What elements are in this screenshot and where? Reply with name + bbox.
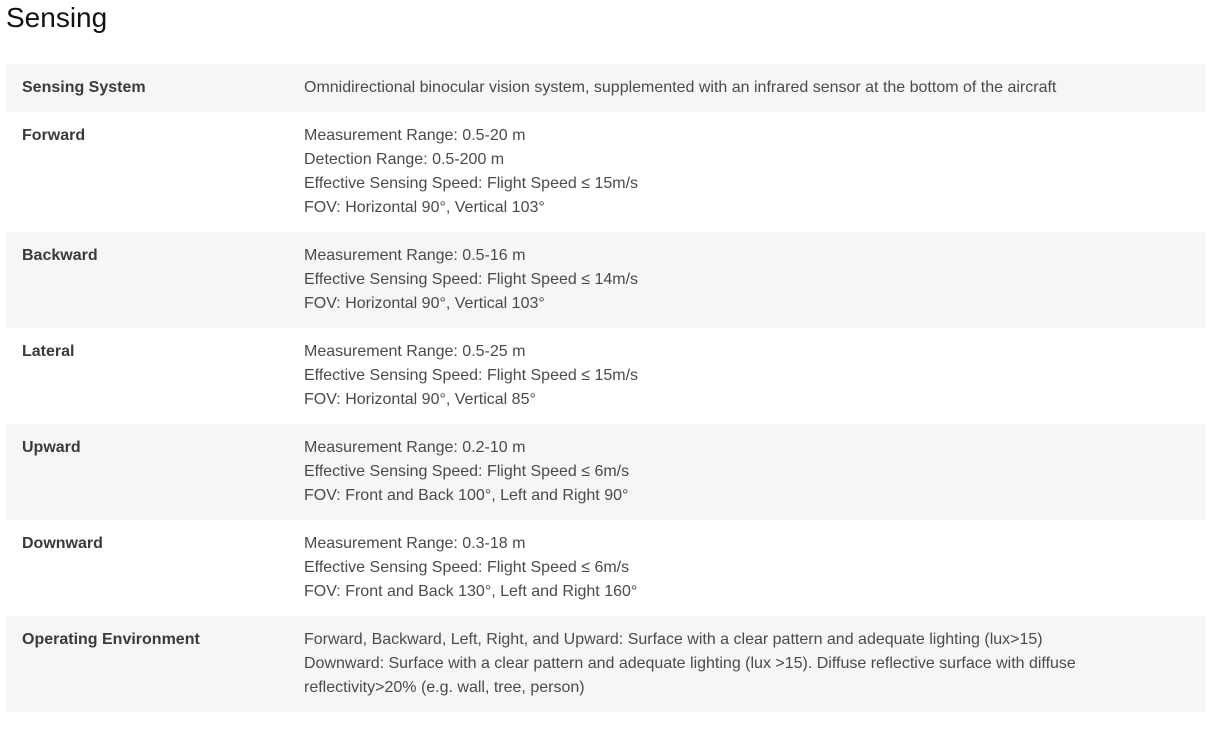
spec-value-line: Downward: Surface with a clear pattern a… (304, 655, 1076, 696)
spec-value-line: Measurement Range: 0.5-16 m (304, 247, 526, 264)
spec-value-line: FOV: Front and Back 130°, Left and Right… (304, 583, 638, 600)
spec-value-line: Measurement Range: 0.3-18 m (304, 535, 526, 552)
spec-value-line: FOV: Front and Back 100°, Left and Right… (304, 487, 629, 504)
spec-value-line: Effective Sensing Speed: Flight Speed ≤ … (304, 559, 630, 576)
spec-table: Sensing System Omnidirectional binocular… (6, 64, 1206, 712)
spec-row-operating-environment: Operating Environment Forward, Backward,… (6, 616, 1206, 712)
spec-value-line: Effective Sensing Speed: Flight Speed ≤ … (304, 175, 639, 192)
spec-label: Backward (22, 247, 98, 264)
spec-row-upward: Upward Measurement Range: 0.2-10 m Effec… (6, 424, 1206, 520)
spec-values: Measurement Range: 0.3-18 m Effective Se… (304, 532, 1206, 604)
spec-value-line: Measurement Range: 0.5-25 m (304, 343, 526, 360)
spec-value-line: FOV: Horizontal 90°, Vertical 103° (304, 199, 545, 216)
spec-values: Forward, Backward, Left, Right, and Upwa… (304, 628, 1206, 700)
spec-page: Sensing Sensing System Omnidirectional b… (0, 0, 1224, 731)
spec-label: Upward (22, 439, 81, 456)
spec-value-line: Measurement Range: 0.5-20 m (304, 127, 526, 144)
spec-values: Measurement Range: 0.5-25 m Effective Se… (304, 340, 1206, 412)
spec-label: Sensing System (22, 79, 146, 96)
spec-row-sensing-system: Sensing System Omnidirectional binocular… (6, 64, 1206, 112)
spec-row-downward: Downward Measurement Range: 0.3-18 m Eff… (6, 520, 1206, 616)
spec-value-line: Detection Range: 0.5-200 m (304, 151, 505, 168)
section-title: Sensing (6, 2, 108, 33)
spec-row-backward: Backward Measurement Range: 0.5-16 m Eff… (6, 232, 1206, 328)
spec-values: Omnidirectional binocular vision system,… (304, 76, 1206, 100)
spec-label: Lateral (22, 343, 75, 360)
spec-row-forward: Forward Measurement Range: 0.5-20 m Dete… (6, 112, 1206, 232)
spec-value-line: FOV: Horizontal 90°, Vertical 103° (304, 295, 545, 312)
spec-value-line: Measurement Range: 0.2-10 m (304, 439, 526, 456)
spec-value-line: FOV: Horizontal 90°, Vertical 85° (304, 391, 536, 408)
spec-value-line: Effective Sensing Speed: Flight Speed ≤ … (304, 271, 639, 288)
spec-label: Operating Environment (22, 631, 200, 648)
spec-row-lateral: Lateral Measurement Range: 0.5-25 m Effe… (6, 328, 1206, 424)
spec-values: Measurement Range: 0.5-20 m Detection Ra… (304, 124, 1206, 220)
spec-value-line: Effective Sensing Speed: Flight Speed ≤ … (304, 367, 639, 384)
spec-value-line: Omnidirectional binocular vision system,… (304, 79, 1057, 96)
spec-label: Forward (22, 127, 86, 144)
spec-values: Measurement Range: 0.5-16 m Effective Se… (304, 244, 1206, 316)
spec-value-line: Forward, Backward, Left, Right, and Upwa… (304, 631, 1043, 648)
spec-values: Measurement Range: 0.2-10 m Effective Se… (304, 436, 1206, 508)
spec-label: Downward (22, 535, 103, 552)
spec-value-line: Effective Sensing Speed: Flight Speed ≤ … (304, 463, 630, 480)
